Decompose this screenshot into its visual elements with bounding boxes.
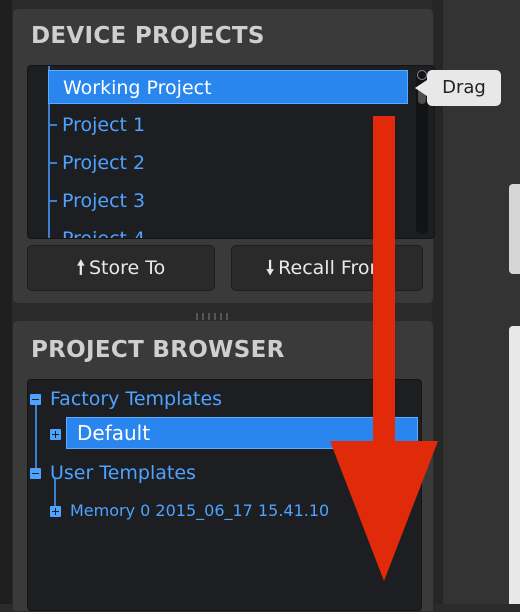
arrow-down-icon: 🠗 [266, 257, 275, 279]
tree-node-label: Default [77, 421, 151, 445]
device-projects-title: DEVICE PROJECTS [31, 23, 265, 49]
project-item-label: Project 3 [62, 190, 146, 212]
scroll-circle-icon [417, 70, 427, 80]
project-item-label: Project 1 [62, 114, 146, 136]
tree-node-label: User Templates [50, 462, 196, 484]
expand-icon[interactable] [50, 506, 61, 517]
workspace-page [509, 326, 520, 604]
device-projects-panel: DEVICE PROJECTS Working Project Project … [12, 8, 435, 304]
collapse-icon[interactable] [30, 394, 41, 405]
recall-from-button[interactable]: 🠗 Recall From [231, 245, 423, 291]
recall-from-label: Recall From [278, 257, 388, 279]
tree-connector [35, 402, 37, 474]
project-item-label: Working Project [63, 77, 212, 99]
tree-node-label: Factory Templates [50, 388, 223, 410]
store-to-button[interactable]: 🠕 Store To [27, 245, 215, 291]
project-item-4[interactable]: Project 4 [48, 222, 408, 239]
tree-node-default[interactable]: Default [66, 417, 418, 449]
project-browser-panel: PROJECT BROWSER Factory Templates Defaul… [12, 320, 434, 612]
workspace-card [509, 184, 520, 274]
window-edge [0, 0, 12, 604]
project-item-working[interactable]: Working Project [48, 70, 408, 104]
project-item-2[interactable]: Project 2 [48, 146, 408, 180]
project-browser-title: PROJECT BROWSER [31, 337, 285, 363]
project-item-3[interactable]: Project 3 [48, 184, 408, 218]
project-item-label: Project 2 [62, 152, 146, 174]
drag-tooltip: Drag [415, 70, 501, 106]
panel-resize-handle[interactable] [196, 305, 238, 320]
collapse-icon[interactable] [30, 468, 41, 479]
project-item-1[interactable]: Project 1 [48, 108, 408, 142]
expand-icon[interactable] [50, 429, 61, 440]
arrow-up-icon: 🠕 [76, 257, 85, 279]
tree-node-memory[interactable]: Memory 0 2015_06_17 15.41.10 [28, 496, 418, 526]
project-browser-tree[interactable]: Factory Templates Default User Templates… [27, 379, 422, 611]
device-projects-list[interactable]: Working Project Project 1 Project 2 Proj… [27, 65, 435, 239]
store-to-label: Store To [88, 257, 166, 279]
tree-node-label: Memory 0 2015_06_17 15.41.10 [70, 501, 330, 520]
project-item-label: Project 4 [62, 228, 146, 239]
